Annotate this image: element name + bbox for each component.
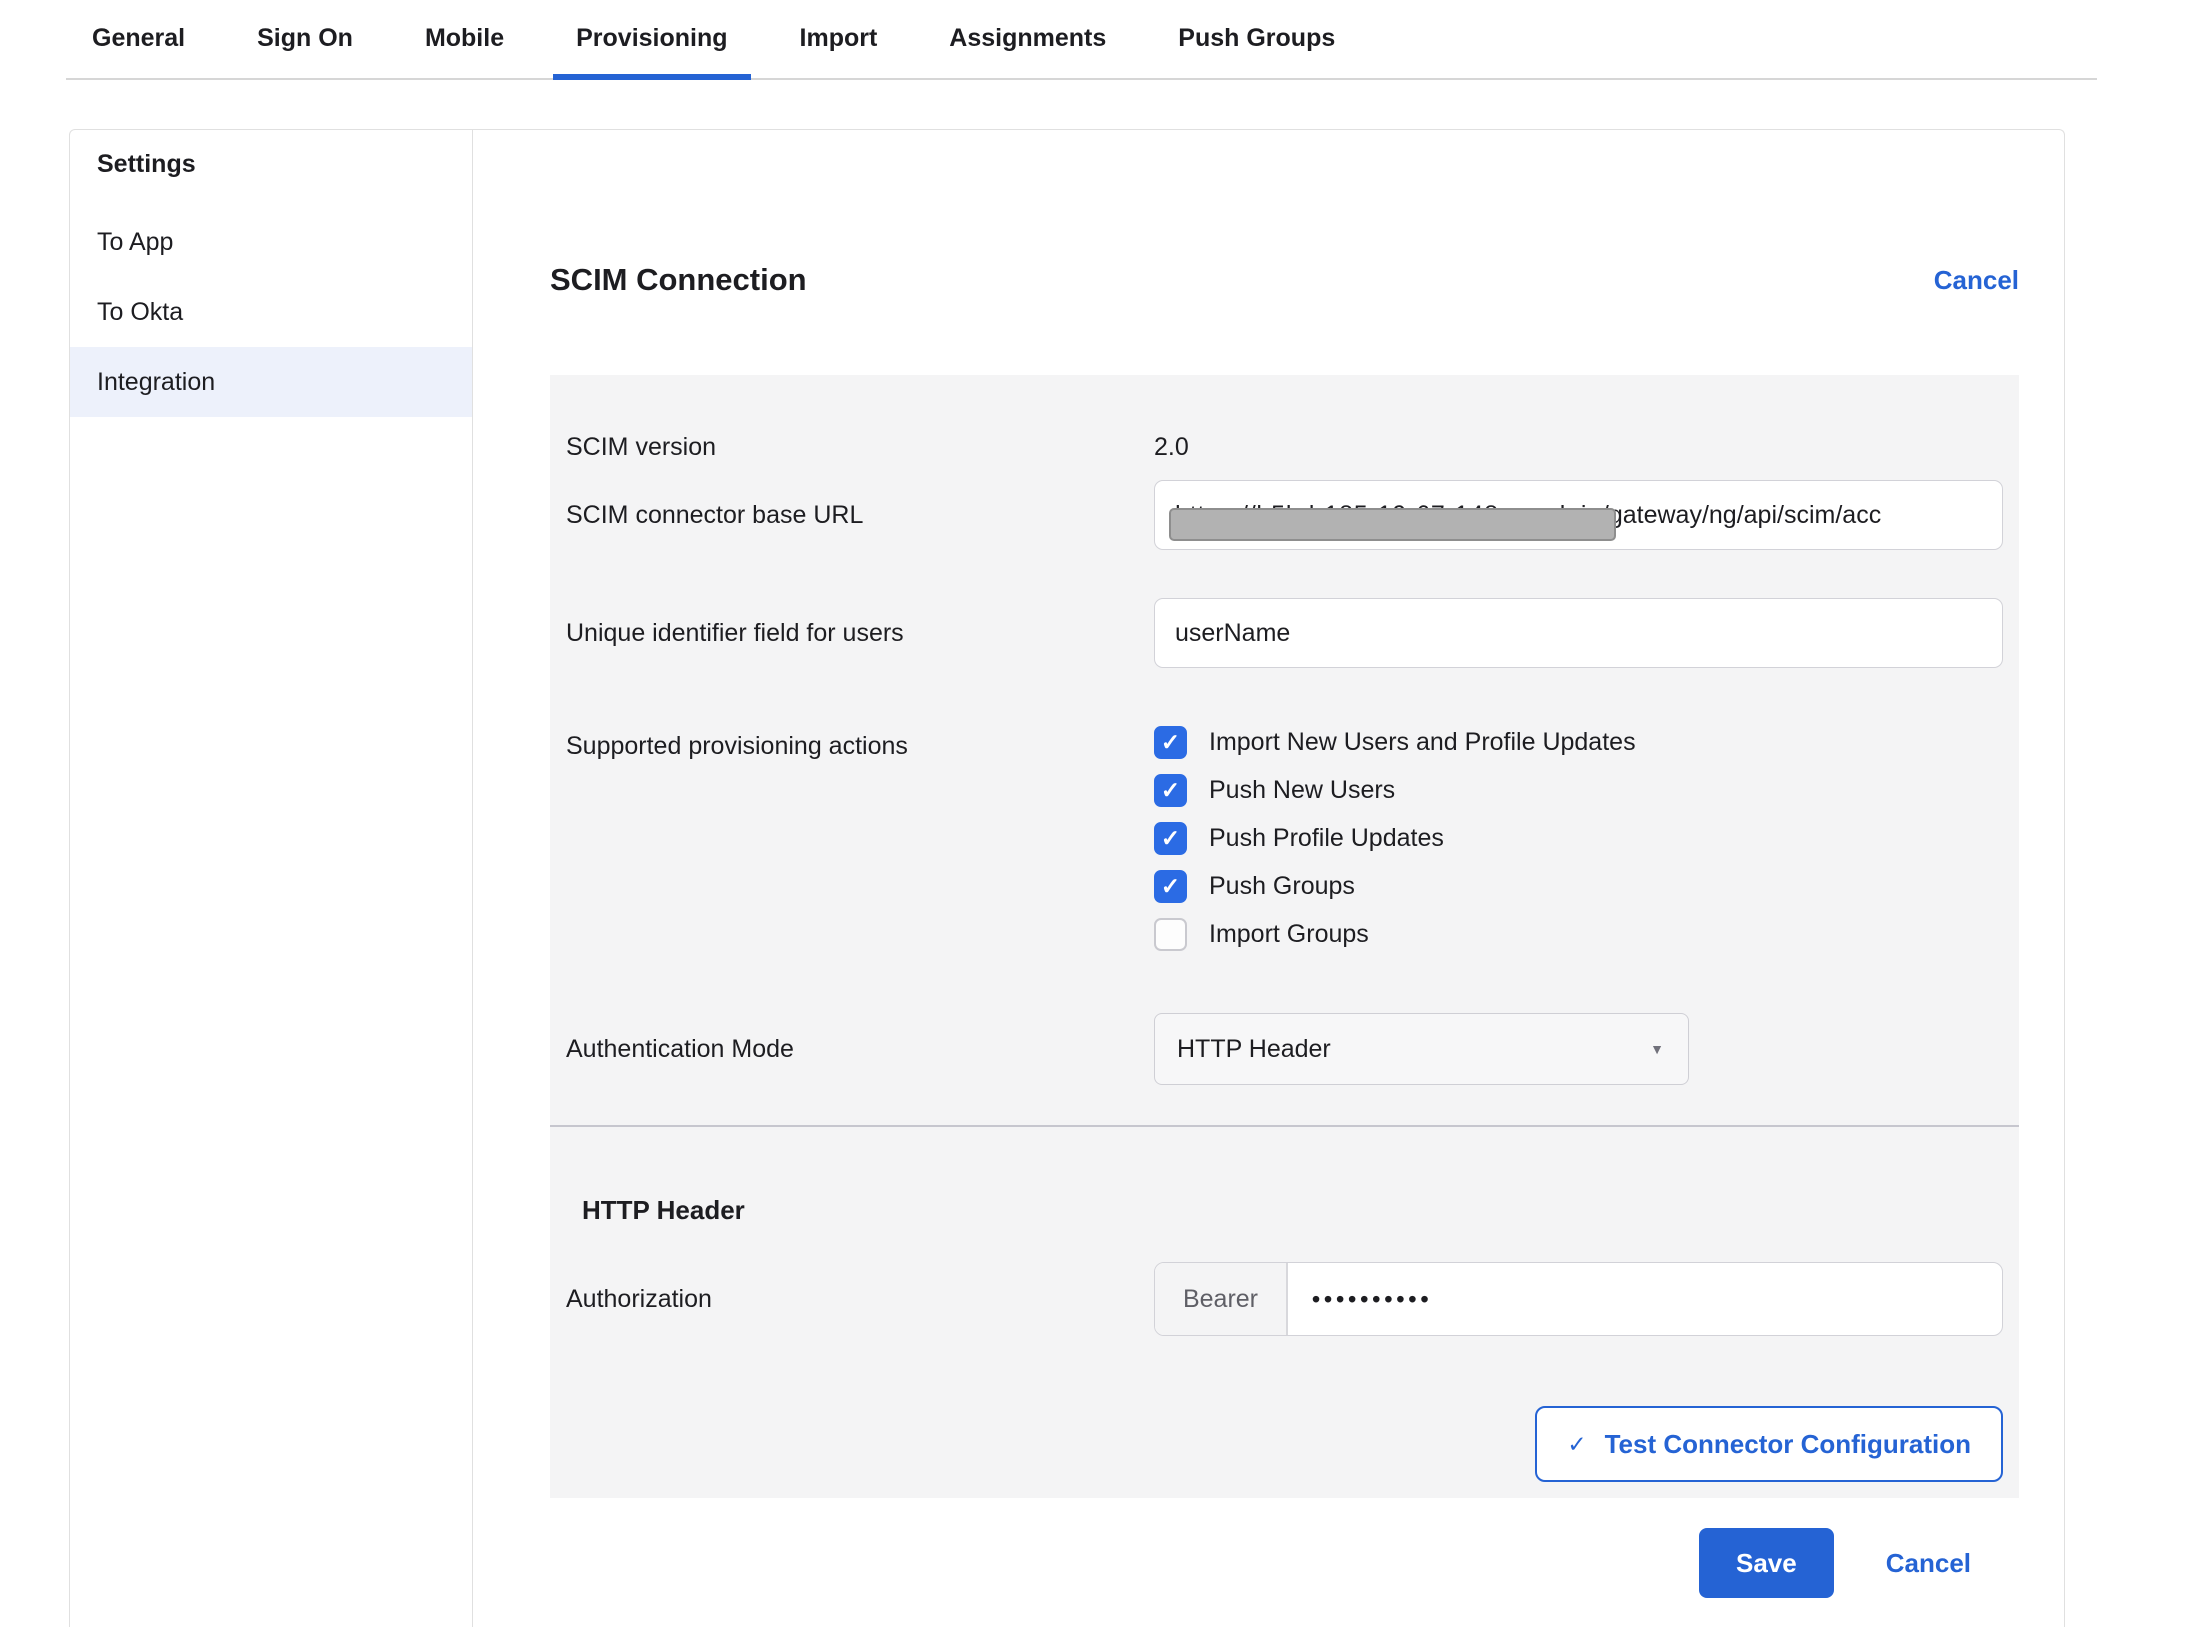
sidebar-item-integration[interactable]: Integration — [70, 347, 472, 417]
test-connector-configuration-label: Test Connector Configuration — [1605, 1429, 1971, 1460]
test-connector-configuration-button[interactable]: ✓ Test Connector Configuration — [1535, 1406, 2003, 1482]
app-tab-bar: General Sign On Mobile Provisioning Impo… — [66, 0, 2097, 80]
row-authentication-mode: Authentication Mode HTTP Header ▼ — [566, 1013, 2003, 1085]
scim-version-value: 2.0 — [1154, 427, 2003, 462]
base-url-redacted-text: https://b5bd-185-19-67-148.ngrok.io — [1175, 501, 1602, 530]
checkbox-icon[interactable]: ✓ — [1154, 726, 1187, 759]
save-button[interactable]: Save — [1699, 1528, 1834, 1598]
tab-provisioning[interactable]: Provisioning — [576, 24, 727, 78]
check-icon: ✓ — [1567, 1431, 1586, 1458]
row-authorization: Authorization Bearer •••••••••• — [566, 1262, 2003, 1336]
settings-sidebar: Settings To App To Okta Integration — [70, 130, 473, 1627]
main-content: SCIM Connection Cancel SCIM version 2.0 … — [473, 130, 2064, 1627]
page-title: SCIM Connection — [550, 262, 807, 298]
http-header-heading: HTTP Header — [582, 1195, 2003, 1226]
checkbox-import-new-users[interactable]: ✓ Import New Users and Profile Updates — [1154, 726, 2003, 759]
redaction-bar-overlay — [1169, 508, 1616, 541]
checkbox-label: Push Profile Updates — [1209, 824, 1444, 853]
row-base-url: SCIM connector base URL https://b5bd-185… — [566, 480, 2003, 550]
test-connector-row: ✓ Test Connector Configuration — [566, 1406, 2003, 1482]
check-icon: ✓ — [1161, 875, 1180, 898]
checkbox-push-groups[interactable]: ✓ Push Groups — [1154, 870, 2003, 903]
sidebar-heading: Settings — [70, 150, 472, 185]
checkbox-icon[interactable]: ✓ — [1154, 918, 1187, 951]
base-url-input[interactable]: https://b5bd-185-19-67-148.ngrok.io /gat… — [1154, 480, 2003, 550]
authorization-token-input[interactable]: •••••••••• — [1288, 1263, 2002, 1335]
checkbox-label: Import New Users and Profile Updates — [1209, 728, 1636, 757]
scim-version-label: SCIM version — [566, 427, 1154, 462]
authorization-input-group: Bearer •••••••••• — [1154, 1262, 2003, 1336]
checkbox-icon[interactable]: ✓ — [1154, 774, 1187, 807]
checkbox-label: Push New Users — [1209, 776, 1395, 805]
authentication-mode-value: HTTP Header — [1177, 1035, 1331, 1064]
check-icon: ✓ — [1161, 731, 1180, 754]
row-unique-identifier: Unique identifier field for users userNa… — [566, 598, 2003, 668]
heading-row: SCIM Connection Cancel — [550, 262, 2019, 298]
sidebar-item-to-app[interactable]: To App — [70, 207, 472, 277]
tab-push-groups[interactable]: Push Groups — [1178, 24, 1335, 78]
form-actions: Save Cancel — [550, 1528, 2019, 1598]
tab-general[interactable]: General — [92, 24, 185, 78]
base-url-label: SCIM connector base URL — [566, 501, 1154, 530]
authentication-mode-label: Authentication Mode — [566, 1035, 1154, 1064]
chevron-down-icon: ▼ — [1650, 1041, 1664, 1057]
authorization-label: Authorization — [566, 1285, 1154, 1314]
unique-identifier-input[interactable]: userName — [1154, 598, 2003, 668]
tab-assignments[interactable]: Assignments — [949, 24, 1106, 78]
tab-mobile[interactable]: Mobile — [425, 24, 504, 78]
provisioning-actions-label: Supported provisioning actions — [566, 726, 1154, 951]
tab-sign-on[interactable]: Sign On — [257, 24, 353, 78]
checkbox-push-new-users[interactable]: ✓ Push New Users — [1154, 774, 2003, 807]
base-url-visible-text: /gateway/ng/api/scim/acc — [1602, 501, 1881, 530]
checkbox-import-groups[interactable]: ✓ Import Groups — [1154, 918, 2003, 951]
scim-settings-section: SCIM version 2.0 SCIM connector base URL… — [550, 375, 2019, 1125]
checkbox-icon[interactable]: ✓ — [1154, 822, 1187, 855]
provisioning-card: Settings To App To Okta Integration SCIM… — [69, 129, 2065, 1627]
checkbox-icon[interactable]: ✓ — [1154, 870, 1187, 903]
authentication-mode-select[interactable]: HTTP Header ▼ — [1154, 1013, 1689, 1085]
http-header-section: HTTP Header Authorization Bearer •••••••… — [550, 1127, 2019, 1498]
check-icon: ✓ — [1161, 779, 1180, 802]
row-scim-version: SCIM version 2.0 — [566, 427, 2003, 462]
tab-import[interactable]: Import — [800, 24, 878, 78]
scim-settings-panel: SCIM version 2.0 SCIM connector base URL… — [550, 375, 2019, 1498]
bearer-prefix: Bearer — [1155, 1263, 1288, 1335]
checkbox-label: Import Groups — [1209, 920, 1369, 949]
unique-identifier-label: Unique identifier field for users — [566, 619, 1154, 648]
check-icon: ✓ — [1161, 827, 1180, 850]
row-provisioning-actions: Supported provisioning actions ✓ Import … — [566, 726, 2003, 951]
checkbox-label: Push Groups — [1209, 872, 1355, 901]
cancel-link-top[interactable]: Cancel — [1934, 265, 2019, 296]
sidebar-item-to-okta[interactable]: To Okta — [70, 277, 472, 347]
cancel-link-bottom[interactable]: Cancel — [1886, 1548, 1971, 1579]
checkbox-push-profile-updates[interactable]: ✓ Push Profile Updates — [1154, 822, 2003, 855]
